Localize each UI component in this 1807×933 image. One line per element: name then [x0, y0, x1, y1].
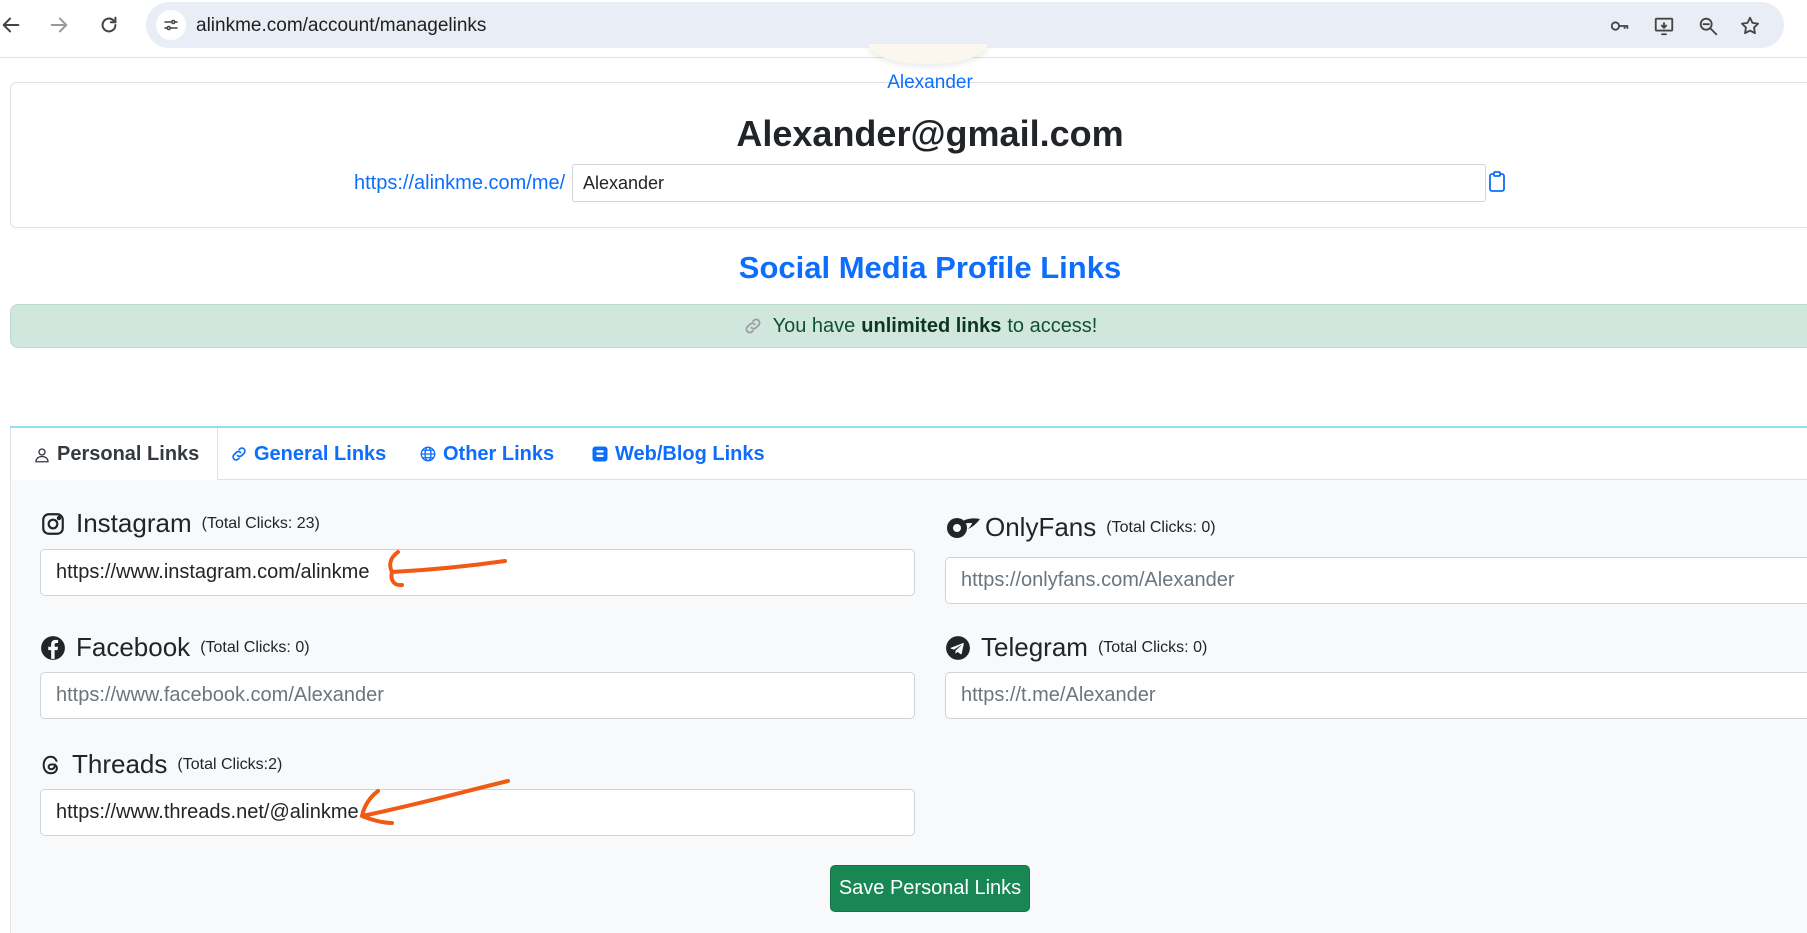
- onlyfans-label: OnlyFans (Total Clicks: 0): [945, 512, 1216, 543]
- globe-icon: [420, 446, 436, 462]
- tab-label: Web/Blog Links: [615, 442, 765, 465]
- threads-name: Threads: [72, 749, 168, 779]
- alert-text-prefix: You have: [772, 314, 856, 337]
- avatar: [868, 44, 988, 64]
- back-icon[interactable]: [0, 10, 26, 40]
- star-icon[interactable]: [1736, 12, 1764, 40]
- tab-general-links[interactable]: General Links: [230, 428, 386, 480]
- instagram-icon: [40, 511, 66, 537]
- clipboard-icon[interactable]: [1486, 170, 1508, 194]
- link-icon: [743, 316, 763, 336]
- tab-label: General Links: [254, 442, 387, 465]
- telegram-clicks: (Total Clicks: 0): [1097, 638, 1208, 656]
- tab-web-blog-links[interactable]: Web/Blog Links: [591, 428, 765, 480]
- tab-label: Other Links: [443, 442, 555, 465]
- onlyfans-name: OnlyFans: [985, 512, 1097, 542]
- unlimited-links-alert: You have unlimited links to access!: [10, 304, 1807, 348]
- blogger-icon: [592, 446, 608, 462]
- person-icon: [35, 447, 49, 462]
- threads-clicks: (Total Clicks:2): [177, 755, 283, 773]
- profile-url-prefix[interactable]: https://alinkme.com/me/: [354, 172, 565, 195]
- telegram-input[interactable]: [945, 672, 1807, 719]
- facebook-name: Facebook: [76, 632, 191, 662]
- url-text[interactable]: alinkme.com/account/managelinks: [196, 15, 486, 37]
- profile-card: [10, 82, 1807, 228]
- alert-text-suffix: to access!: [1007, 314, 1098, 337]
- facebook-input[interactable]: [40, 672, 915, 719]
- tab-label: Personal Links: [57, 443, 200, 465]
- instagram-clicks: (Total Clicks: 23): [201, 514, 320, 532]
- address-bar[interactable]: alinkme.com/account/managelinks: [146, 2, 1784, 48]
- forward-icon[interactable]: [44, 10, 74, 40]
- onlyfans-input[interactable]: [945, 557, 1807, 604]
- tab-personal-links[interactable]: Personal Links: [10, 428, 219, 481]
- threads-label: Threads (Total Clicks:2): [40, 749, 282, 780]
- telegram-icon: [945, 635, 971, 661]
- facebook-icon: [40, 635, 66, 661]
- onlyfans-icon: [945, 515, 981, 541]
- avatar-name: Alexander: [887, 72, 973, 93]
- key-icon[interactable]: [1606, 12, 1634, 40]
- threads-icon: [40, 752, 62, 778]
- telegram-name: Telegram: [981, 632, 1088, 662]
- link-icon: [232, 447, 246, 461]
- site-info-icon[interactable]: [156, 10, 186, 40]
- instagram-input[interactable]: [40, 549, 915, 596]
- telegram-label: Telegram (Total Clicks: 0): [945, 632, 1207, 663]
- profile-email: Alexander@gmail.com: [736, 113, 1124, 154]
- facebook-clicks: (Total Clicks: 0): [200, 638, 310, 656]
- install-icon[interactable]: [1650, 12, 1678, 40]
- tab-other-links[interactable]: Other Links: [419, 428, 554, 480]
- onlyfans-clicks: (Total Clicks: 0): [1106, 518, 1216, 536]
- facebook-label: Facebook (Total Clicks: 0): [40, 632, 310, 663]
- section-title: Social Media Profile Links: [738, 250, 1122, 285]
- links-tabs: Personal Links General Links Other Links…: [10, 428, 1807, 481]
- instagram-name: Instagram: [76, 508, 192, 538]
- save-personal-links-button[interactable]: Save Personal Links: [830, 865, 1030, 912]
- alert-text-bold: unlimited links: [861, 314, 1002, 337]
- zoom-icon[interactable]: [1694, 12, 1722, 40]
- instagram-label: Instagram (Total Clicks: 23): [40, 508, 320, 539]
- reload-icon[interactable]: [94, 10, 124, 40]
- threads-input[interactable]: [40, 789, 915, 836]
- username-input[interactable]: [572, 164, 1486, 202]
